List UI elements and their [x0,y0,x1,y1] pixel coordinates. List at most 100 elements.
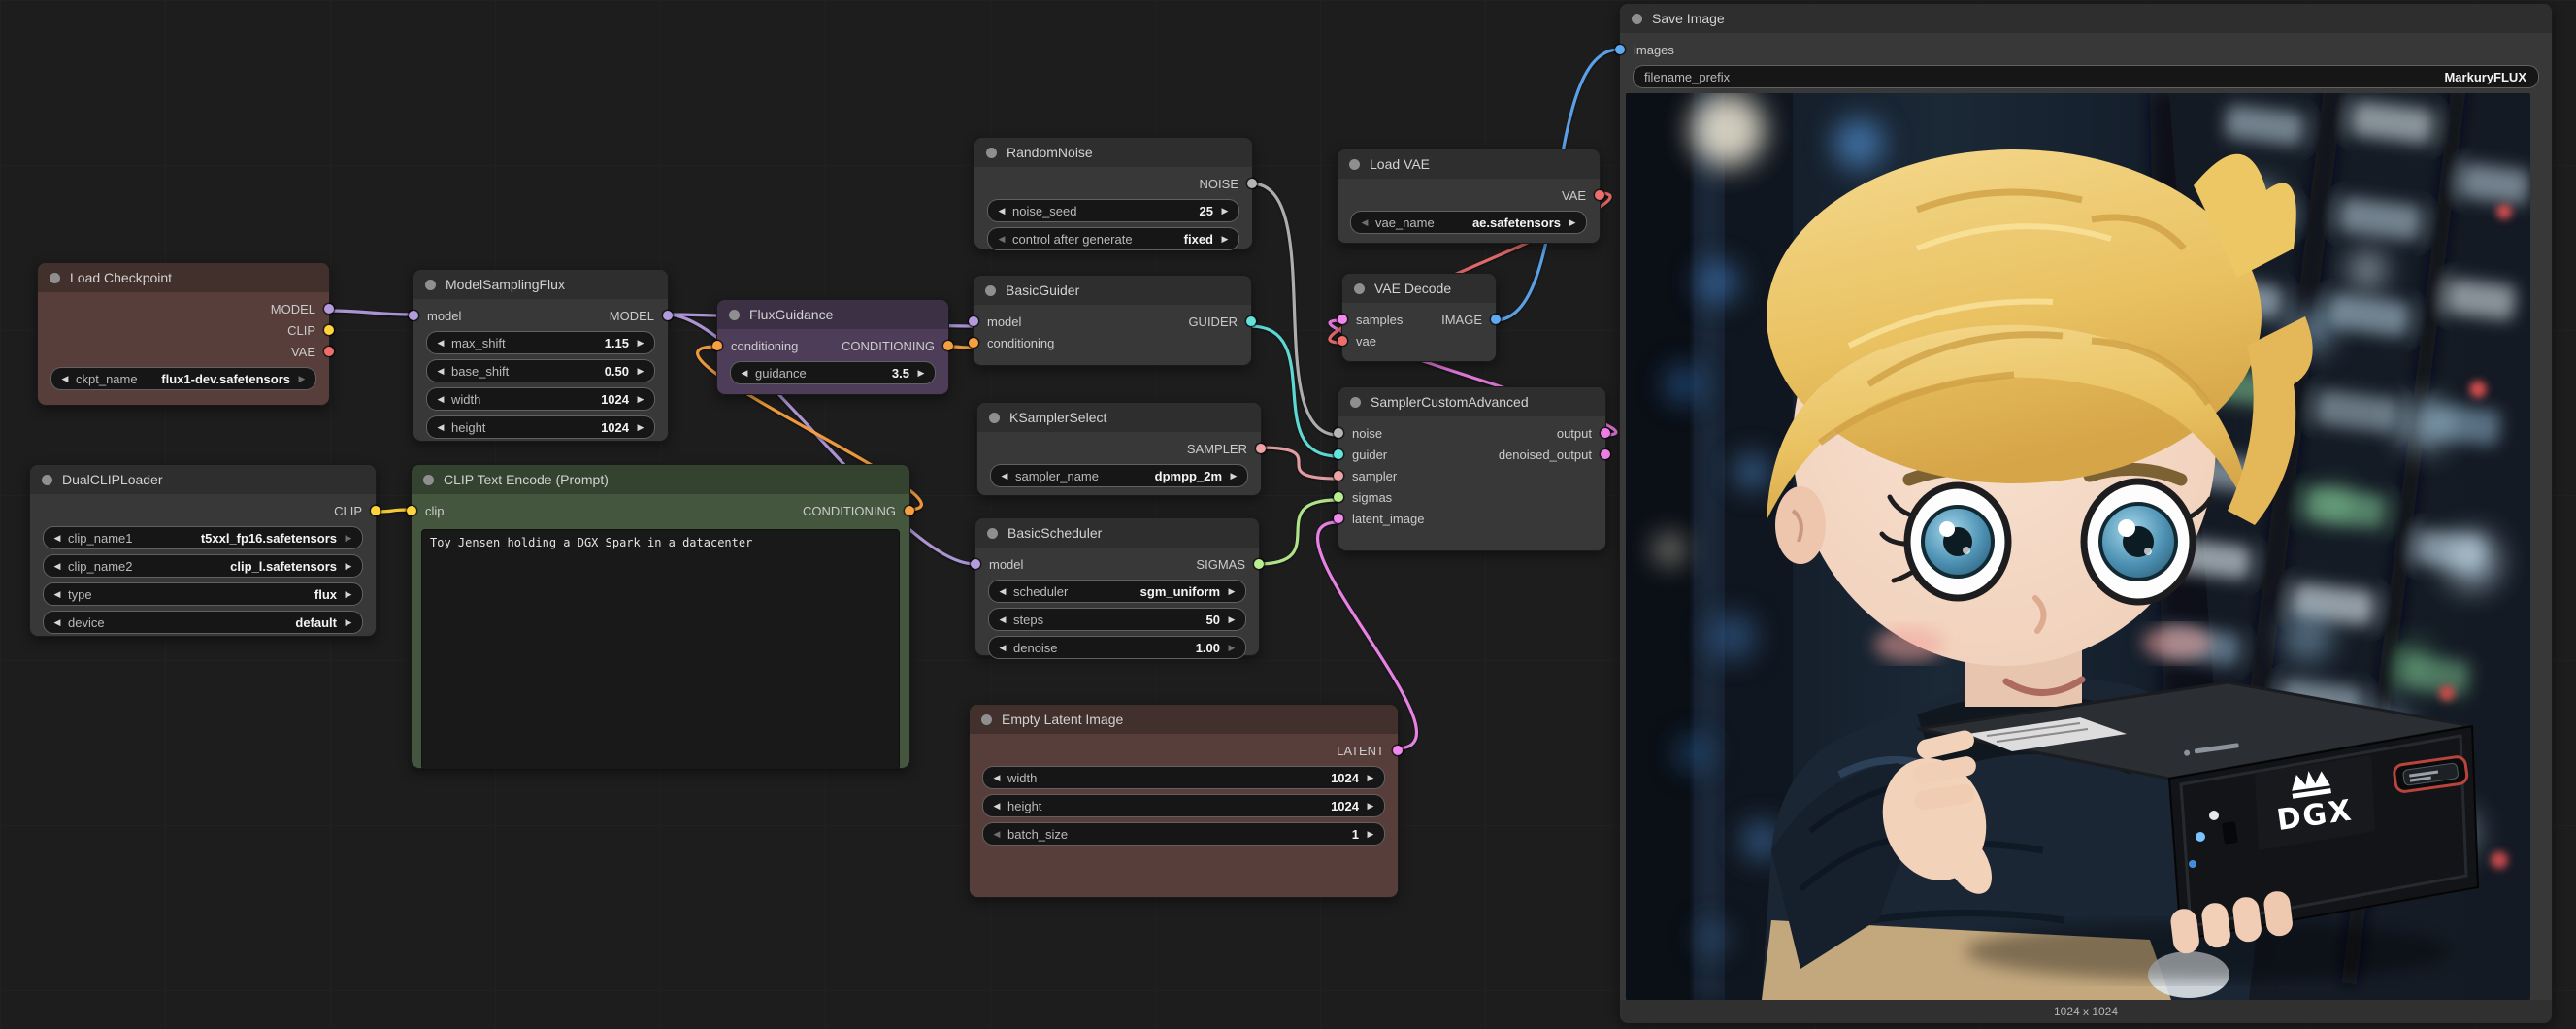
decrement-arrow-icon[interactable]: ◀ [990,767,1004,788]
decrement-arrow-icon[interactable]: ◀ [990,795,1004,816]
decrement-arrow-icon[interactable]: ◀ [50,583,64,605]
output-slot-vae[interactable] [324,347,334,356]
decrement-arrow-icon[interactable]: ◀ [434,416,447,438]
increment-arrow-icon[interactable]: ▶ [1225,581,1238,602]
node-header[interactable]: BasicGuider [974,276,1251,305]
decrement-arrow-icon[interactable]: ◀ [995,228,1008,249]
node-header[interactable]: CLIP Text Encode (Prompt) [412,465,909,494]
output-slot-latent[interactable] [1393,746,1403,755]
node-dual-clip-loader[interactable]: DualCLIPLoader CLIP ◀ clip_name1 t5xxl_f… [29,464,377,637]
collapse-dot-icon[interactable] [1350,397,1361,408]
increment-arrow-icon[interactable]: ▶ [634,416,647,438]
collapse-dot-icon[interactable] [987,528,998,539]
widget-width[interactable]: ◀ width 1024 ▶ [426,387,655,411]
input-slot-clip[interactable] [407,506,416,515]
decrement-arrow-icon[interactable]: ◀ [738,362,751,383]
node-header[interactable]: ModelSamplingFlux [413,270,668,299]
widget-vae-name[interactable]: ◀ vae_name ae.safetensors ▶ [1350,211,1587,234]
output-slot-vae[interactable] [1595,190,1604,200]
collapse-dot-icon[interactable] [1349,159,1360,170]
widget-max-shift[interactable]: ◀ max_shift 1.15 ▶ [426,331,655,354]
node-sampler-custom-advanced[interactable]: SamplerCustomAdvanced noise output guide… [1338,386,1606,551]
increment-arrow-icon[interactable]: ▶ [1364,767,1377,788]
widget-filename-prefix[interactable]: filename_prefix MarkuryFLUX [1633,65,2539,88]
node-basic-guider[interactable]: BasicGuider model GUIDER conditioning [973,275,1252,366]
output-slot-model[interactable] [324,304,334,314]
increment-arrow-icon[interactable]: ▶ [634,360,647,382]
increment-arrow-icon[interactable]: ▶ [634,332,647,353]
decrement-arrow-icon[interactable]: ◀ [990,823,1004,845]
widget-clip-name2[interactable]: ◀ clip_name2 clip_l.safetensors ▶ [43,554,363,578]
widget-width[interactable]: ◀ width 1024 ▶ [982,766,1385,789]
node-ksampler-select[interactable]: KSamplerSelect SAMPLER ◀ sampler_name dp… [976,402,1262,496]
collapse-dot-icon[interactable] [1632,14,1642,24]
output-slot-image[interactable] [1491,315,1501,324]
increment-arrow-icon[interactable]: ▶ [1225,637,1238,658]
output-slot-denoised-output[interactable] [1601,449,1610,459]
decrement-arrow-icon[interactable]: ◀ [50,527,64,548]
node-header[interactable]: BasicScheduler [975,518,1259,548]
widget-sampler-name[interactable]: ◀ sampler_name dpmpp_2m ▶ [990,464,1248,487]
decrement-arrow-icon[interactable]: ◀ [434,332,447,353]
input-slot-samples[interactable] [1338,315,1347,324]
widget-base-shift[interactable]: ◀ base_shift 0.50 ▶ [426,359,655,382]
node-header[interactable]: Load VAE [1338,149,1600,179]
widget-device[interactable]: ◀ device default ▶ [43,611,363,634]
widget-control-after-generate[interactable]: ◀ control after generate fixed ▶ [987,227,1239,250]
widget-height[interactable]: ◀ height 1024 ▶ [426,415,655,439]
input-slot-latent-image[interactable] [1334,514,1343,523]
input-slot-conditioning[interactable] [712,341,722,350]
input-slot-sampler[interactable] [1334,471,1343,481]
widget-scheduler[interactable]: ◀ scheduler sgm_uniform ▶ [988,580,1246,603]
increment-arrow-icon[interactable]: ▶ [1566,212,1579,233]
input-slot-sigmas[interactable] [1334,492,1343,502]
input-slot-model[interactable] [969,316,978,326]
widget-batch-size[interactable]: ◀ batch_size 1 ▶ [982,822,1385,846]
collapse-dot-icon[interactable] [425,280,436,290]
node-model-sampling-flux[interactable]: ModelSamplingFlux model MODEL ◀ max_shif… [413,269,669,442]
output-slot-clip[interactable] [371,506,380,515]
increment-arrow-icon[interactable]: ▶ [1227,465,1240,486]
widget-denoise[interactable]: ◀ denoise 1.00 ▶ [988,636,1246,659]
node-basic-scheduler[interactable]: BasicScheduler model SIGMAS ◀ scheduler … [974,517,1260,656]
node-header[interactable]: KSamplerSelect [977,403,1261,432]
node-clip-text-encode[interactable]: CLIP Text Encode (Prompt) clip CONDITION… [411,464,910,769]
input-slot-guider[interactable] [1334,449,1343,459]
prompt-textarea[interactable]: Toy Jensen holding a DGX Spark in a data… [421,529,900,770]
collapse-dot-icon[interactable] [729,310,740,320]
widget-clip-name1[interactable]: ◀ clip_name1 t5xxl_fp16.safetensors ▶ [43,526,363,549]
input-slot-images[interactable] [1615,45,1625,54]
widget-steps[interactable]: ◀ steps 50 ▶ [988,608,1246,631]
output-slot-conditioning[interactable] [905,506,914,515]
output-slot-clip[interactable] [324,325,334,335]
increment-arrow-icon[interactable]: ▶ [1218,228,1232,249]
output-slot-noise[interactable] [1247,179,1257,188]
collapse-dot-icon[interactable] [50,273,60,283]
widget-noise-seed[interactable]: ◀ noise_seed 25 ▶ [987,199,1239,222]
input-slot-noise[interactable] [1334,428,1343,438]
node-load-checkpoint[interactable]: Load Checkpoint MODEL CLIP VAE ◀ ckpt_na… [37,262,330,406]
collapse-dot-icon[interactable] [986,148,997,158]
increment-arrow-icon[interactable]: ▶ [342,527,355,548]
increment-arrow-icon[interactable]: ▶ [1225,609,1238,630]
widget-height[interactable]: ◀ height 1024 ▶ [982,794,1385,817]
decrement-arrow-icon[interactable]: ◀ [50,612,64,633]
increment-arrow-icon[interactable]: ▶ [342,612,355,633]
node-empty-latent-image[interactable]: Empty Latent Image LATENT ◀ width 1024 ▶… [969,704,1399,898]
decrement-arrow-icon[interactable]: ◀ [995,200,1008,221]
node-header[interactable]: Save Image [1620,4,2552,33]
comfyui-canvas[interactable]: { "app": {"name": "ComfyUI node graph"},… [0,0,2576,1029]
decrement-arrow-icon[interactable]: ◀ [1358,212,1371,233]
output-slot-guider[interactable] [1246,316,1256,326]
node-vae-decode[interactable]: VAE Decode samples IMAGE vae [1341,273,1497,362]
widget-type[interactable]: ◀ type flux ▶ [43,582,363,606]
collapse-dot-icon[interactable] [981,714,992,725]
collapse-dot-icon[interactable] [985,285,996,296]
output-slot-sampler[interactable] [1256,444,1266,453]
increment-arrow-icon[interactable]: ▶ [342,583,355,605]
increment-arrow-icon[interactable]: ▶ [634,388,647,410]
increment-arrow-icon[interactable]: ▶ [295,368,309,389]
output-slot-conditioning[interactable] [943,341,953,350]
node-header[interactable]: DualCLIPLoader [30,465,376,494]
decrement-arrow-icon[interactable]: ◀ [434,360,447,382]
